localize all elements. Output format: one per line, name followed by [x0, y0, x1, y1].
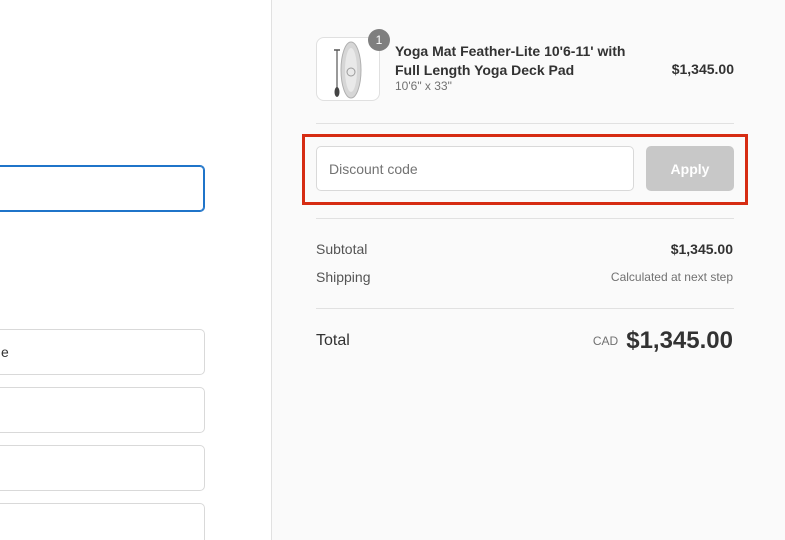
shipping-label: Shipping [316, 269, 371, 285]
discount-code-input[interactable] [316, 146, 634, 191]
apartment-field[interactable] [0, 387, 205, 433]
order-summary-pane: 1 Yoga Mat Feather-Lite 10'6-11' with Fu… [271, 0, 785, 540]
address-field-text: e [1, 344, 9, 360]
total-price: CAD $1,345.00 [593, 327, 733, 355]
divider [316, 218, 734, 219]
divider [316, 308, 734, 309]
total-label: Total [316, 332, 350, 349]
shipping-value: Calculated at next step [610, 270, 733, 284]
total-amount: $1,345.00 [626, 327, 733, 354]
country-field[interactable] [0, 503, 205, 540]
divider [316, 123, 734, 124]
focused-input-field[interactable] [0, 165, 205, 212]
line-item: 1 Yoga Mat Feather-Lite 10'6-11' with Fu… [316, 29, 734, 101]
address-field[interactable]: e [0, 329, 205, 375]
currency-code: CAD [592, 334, 619, 348]
subtotal-label: Subtotal [316, 241, 368, 257]
city-field[interactable] [0, 445, 205, 491]
apply-button[interactable]: Apply [646, 146, 734, 191]
quantity-badge: 1 [368, 29, 390, 51]
product-title: Yoga Mat Feather-Lite 10'6-11' with Full… [395, 43, 626, 78]
product-thumbnail: 1 [316, 29, 390, 101]
checkout-form-pane: e [0, 0, 271, 540]
product-variant: 10'6" x 33" [395, 79, 452, 93]
product-price: $1,345.00 [671, 61, 734, 77]
subtotal-value: $1,345.00 [670, 241, 733, 257]
